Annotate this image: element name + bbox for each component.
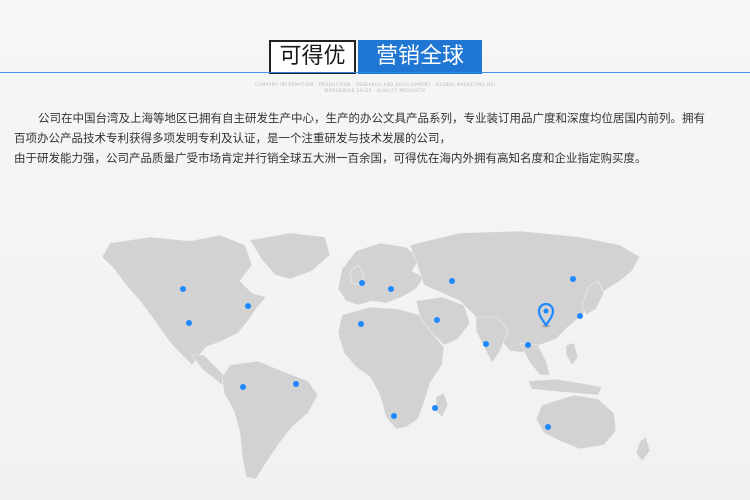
subtitle-line-1: COMPANY INFORMATION · PRODUCTION · RESEA… bbox=[255, 82, 495, 87]
location-dot-mexico bbox=[186, 320, 192, 326]
north-america bbox=[101, 234, 267, 366]
location-dot-north-africa bbox=[358, 321, 364, 327]
australia bbox=[535, 394, 617, 450]
greenland bbox=[249, 232, 331, 280]
location-dot-north-america-west bbox=[180, 286, 186, 292]
section-title: 营销全球 bbox=[358, 40, 482, 74]
location-dot-north-asia bbox=[570, 276, 576, 282]
description-line-1: 公司在中国台湾及上海等地区已拥有自主研发生产中心，生产的办公文具产品系列，专业装… bbox=[38, 111, 705, 125]
company-description: 公司在中国台湾及上海等地区已拥有自主研发生产中心，生产的办公文具产品系列，专业装… bbox=[14, 108, 740, 168]
location-dot-middle-east bbox=[434, 317, 440, 323]
header-divider bbox=[0, 72, 750, 73]
page-canvas: 可得优 营销全球 COMPANY INFORMATION · PRODUCTIO… bbox=[0, 0, 750, 500]
location-dot-russia bbox=[449, 278, 455, 284]
location-dot-south-america-west bbox=[240, 384, 246, 390]
location-dot-uk bbox=[359, 280, 365, 286]
brand-title: 可得优 bbox=[269, 40, 356, 74]
world-map-svg bbox=[101, 230, 651, 480]
location-dot-brazil bbox=[293, 381, 299, 387]
location-dot-australia bbox=[545, 424, 551, 430]
location-dot-europe bbox=[388, 286, 394, 292]
location-dot-madagascar bbox=[432, 405, 438, 411]
madagascar bbox=[435, 392, 449, 418]
continents bbox=[101, 230, 651, 480]
south-america bbox=[221, 360, 319, 480]
location-dot-southeast-asia bbox=[525, 342, 531, 348]
description-line-2: 百项办公产品技术专利获得多项发明专利及认证，是一个注重研发与技术发展的公司， bbox=[14, 131, 451, 145]
location-dot-japan bbox=[577, 313, 583, 319]
new-zealand bbox=[635, 436, 651, 462]
india bbox=[475, 316, 509, 364]
location-dot-south-africa bbox=[391, 413, 397, 419]
world-map bbox=[80, 205, 720, 485]
southeast-asia bbox=[519, 342, 551, 376]
location-dot-north-america-east bbox=[245, 303, 251, 309]
indonesia bbox=[527, 378, 603, 396]
subtitle-line-2: WORLDWIDE SALES · QUALITY PRODUCTS bbox=[324, 88, 426, 93]
philippines bbox=[565, 342, 579, 366]
location-dot-india bbox=[483, 341, 489, 347]
description-line-3: 由于研发能力强，公司产品质量广受市场肯定并行销全球五大洲一百余国，可得优在海内外… bbox=[14, 151, 647, 165]
